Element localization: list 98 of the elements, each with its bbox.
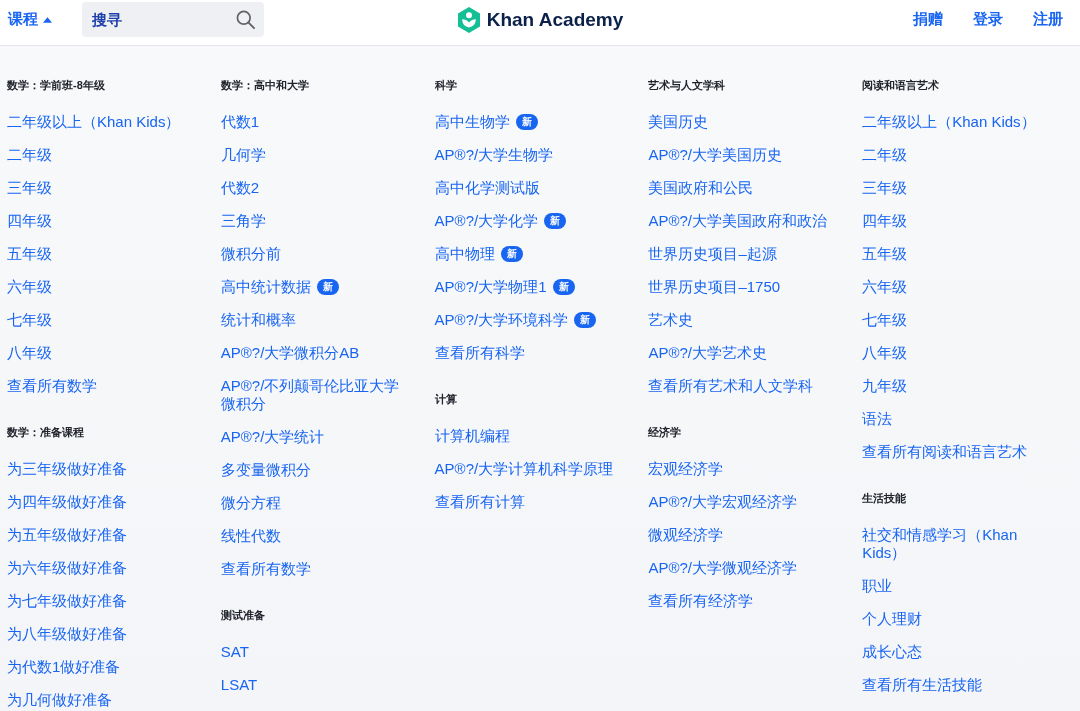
course-link[interactable]: 查看所有计算	[434, 492, 525, 511]
header-link[interactable]: 注册	[1033, 10, 1063, 29]
section-heading: 经济学	[648, 425, 683, 440]
course-link[interactable]: 三年级	[862, 178, 908, 197]
section-heading: 阅读和语言艺术	[862, 78, 941, 93]
search-field[interactable]: 搜寻	[82, 2, 264, 37]
course-link[interactable]: 三角学	[220, 211, 266, 230]
course-link[interactable]: 语法	[862, 409, 893, 428]
search-icon	[236, 10, 255, 29]
course-link[interactable]: 微分方程	[220, 493, 281, 512]
course-link[interactable]: 社交和情感学习（Khan Kids）	[862, 525, 1054, 562]
course-link[interactable]: 美国政府和公民	[648, 178, 754, 197]
new-badge: 新	[316, 278, 339, 295]
course-link[interactable]: 二年级以上（Khan Kids）	[862, 112, 1036, 131]
section-heading: 数学：高中和大学	[220, 78, 310, 93]
section-heading: 测试准备	[220, 608, 266, 623]
course-link[interactable]: 为几何做好准备	[7, 690, 112, 709]
course-link[interactable]: 八年级	[862, 343, 908, 362]
course-link[interactable]: 查看所有数学	[7, 376, 97, 395]
course-link[interactable]: AP®?/大学美国政府和政治	[648, 211, 827, 230]
course-link[interactable]: 为代数1做好准备	[7, 657, 121, 676]
course-link[interactable]: 微观经济学	[648, 525, 724, 544]
course-link[interactable]: 七年级	[862, 310, 908, 329]
section-heading: 数学：学前班-8年级	[7, 78, 106, 93]
course-link[interactable]: 六年级	[862, 277, 908, 296]
header-link[interactable]: 捐赠	[913, 10, 943, 29]
course-link[interactable]: 七年级	[7, 310, 52, 329]
course-link[interactable]: 代数2	[220, 178, 260, 197]
course-link[interactable]: 几何学	[220, 145, 266, 164]
course-link[interactable]: 为四年级做好准备	[7, 492, 127, 511]
new-badge: 新	[574, 311, 597, 328]
course-link[interactable]: AP®?/不列颠哥伦比亚大学微积分	[220, 376, 413, 413]
brand-name[interactable]: Khan Academy	[486, 8, 624, 31]
course-link[interactable]: 世界历史项目–1750	[648, 277, 781, 296]
course-link[interactable]: 查看所有科学	[434, 343, 525, 362]
course-link[interactable]: AP®?/大学生物学	[434, 145, 554, 164]
course-link[interactable]: 成长心态	[862, 642, 923, 661]
section-heading: 计算	[434, 392, 458, 407]
course-link[interactable]: AP®?/大学宏观经济学	[648, 492, 797, 511]
header-link[interactable]: 登录	[973, 10, 1003, 29]
course-link[interactable]: 宏观经济学	[648, 459, 724, 478]
new-badge: 新	[544, 212, 567, 229]
course-link[interactable]: 九年级	[862, 376, 908, 395]
course-link[interactable]: 查看所有阅读和语言艺术	[862, 442, 1028, 461]
course-link[interactable]: AP®?/大学计算机科学原理	[434, 459, 614, 478]
course-link[interactable]: 为七年级做好准备	[7, 591, 127, 610]
course-link[interactable]: 微积分前	[220, 244, 281, 263]
course-link[interactable]: 五年级	[862, 244, 908, 263]
course-link[interactable]: 统计和概率	[220, 310, 296, 329]
course-link[interactable]: 线性代数	[220, 526, 281, 545]
course-link[interactable]: 美国历史	[648, 112, 709, 131]
new-badge: 新	[500, 245, 523, 262]
section-heading: 科学	[434, 78, 458, 93]
section-heading: 数学：准备课程	[7, 425, 85, 440]
hexagon-leaf-logo-icon[interactable]	[456, 6, 481, 33]
course-link[interactable]: 高中化学测试版	[434, 178, 540, 197]
course-link[interactable]: 代数1	[220, 112, 260, 131]
courses-menu-button[interactable]: 课程	[8, 10, 52, 29]
section-heading: 艺术与人文学科	[648, 78, 727, 93]
course-link[interactable]: AP®?/大学微观经济学	[648, 558, 797, 577]
section-heading: 生活技能	[862, 491, 908, 506]
course-link[interactable]: 多变量微积分	[220, 460, 311, 479]
course-link[interactable]: 为三年级做好准备	[7, 459, 127, 478]
course-link[interactable]: AP®?/大学艺术史	[648, 343, 767, 362]
course-link[interactable]: 四年级	[862, 211, 908, 230]
course-link[interactable]: 查看所有数学	[220, 559, 311, 578]
course-link[interactable]: SAT	[220, 642, 249, 661]
course-link[interactable]: AP®?/大学美国历史	[648, 145, 782, 164]
course-link[interactable]: 八年级	[7, 343, 52, 362]
course-link[interactable]: 二年级以上（Khan Kids）	[7, 112, 181, 131]
course-link[interactable]: 查看所有经济学	[648, 591, 754, 610]
course-link[interactable]: 世界历史项目–起源	[648, 244, 777, 263]
new-badge: 新	[552, 278, 575, 295]
course-link[interactable]: 艺术史	[648, 310, 694, 329]
course-link[interactable]: 为五年级做好准备	[7, 525, 127, 544]
course-link[interactable]: AP®?/大学物理1	[434, 277, 547, 296]
course-link[interactable]: 二年级	[862, 145, 908, 164]
course-link[interactable]: 查看所有生活技能	[862, 675, 983, 694]
course-link[interactable]: 高中生物学	[434, 112, 510, 131]
course-link[interactable]: 五年级	[7, 244, 52, 263]
course-link[interactable]: LSAT	[220, 675, 258, 694]
course-link[interactable]: 高中物理	[434, 244, 495, 263]
course-link[interactable]: 为八年级做好准备	[7, 624, 127, 643]
course-link[interactable]: 六年级	[7, 277, 52, 296]
course-link[interactable]: 职业	[862, 576, 893, 595]
course-link[interactable]: AP®?/大学统计	[220, 427, 325, 446]
course-link[interactable]: 二年级	[7, 145, 52, 164]
course-link[interactable]: AP®?/大学化学	[434, 211, 539, 230]
new-badge: 新	[515, 113, 538, 130]
course-link[interactable]: 三年级	[7, 178, 52, 197]
course-link[interactable]: 计算机编程	[434, 426, 510, 445]
course-link[interactable]: 查看所有艺术和人文学科	[648, 376, 814, 395]
course-link[interactable]: 个人理财	[862, 609, 923, 628]
course-link[interactable]: 四年级	[7, 211, 52, 230]
course-link[interactable]: AP®?/大学环境科学	[434, 310, 569, 329]
course-link[interactable]: AP®?/大学微积分AB	[220, 343, 360, 362]
course-link[interactable]: 高中统计数据	[220, 277, 311, 296]
course-link[interactable]: 为六年级做好准备	[7, 558, 127, 577]
